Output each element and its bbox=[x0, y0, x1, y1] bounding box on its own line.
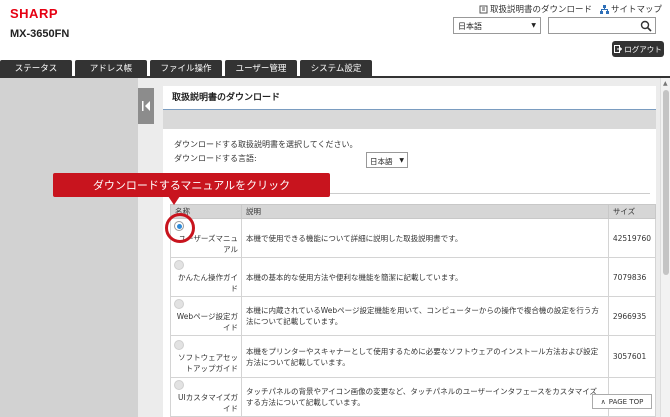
manual-radio-ui-guide[interactable] bbox=[174, 380, 184, 390]
brand-logo: SHARP bbox=[10, 6, 59, 21]
manual-description: 本機で使用できる機能について詳細に説明した取扱説明書です。 bbox=[241, 218, 609, 258]
language-select[interactable]: 日本語 ▼ bbox=[453, 17, 541, 34]
manual-size: 42519760 bbox=[607, 218, 657, 258]
main-nav: ステータス アドレス帳 ファイル操作 ユーザー管理 システム設定 bbox=[0, 60, 670, 78]
collapse-sidebar-button[interactable] bbox=[138, 88, 154, 124]
scrollbar-thumb[interactable] bbox=[663, 90, 669, 275]
left-sidebar bbox=[0, 78, 138, 417]
instruction-text: ダウンロードする取扱説明書を選択してください。 bbox=[174, 140, 358, 149]
title-bar bbox=[163, 110, 656, 129]
page-title: 取扱説明書のダウンロード bbox=[172, 93, 281, 103]
chevron-down-icon: ▼ bbox=[531, 22, 536, 29]
manual-size: 3057601 bbox=[607, 335, 657, 378]
manual-description: 本機の基本的な使用方法や便利な機能を簡潔に記載しています。 bbox=[241, 257, 609, 297]
book-icon bbox=[479, 5, 488, 13]
sitemap-label: サイトマップ bbox=[610, 5, 662, 15]
callout-annotation: ダウンロードするマニュアルをクリック bbox=[53, 173, 330, 197]
tab-user-management[interactable]: ユーザー管理 bbox=[225, 60, 297, 76]
manual-name: UIカスタマイズガイド bbox=[178, 393, 238, 413]
table-row[interactable]: ソフトウェアセットアップガイド 本機をプリンターやスキャナーとして使用するために… bbox=[170, 335, 657, 378]
manual-download-label: 取扱説明書のダウンロード bbox=[489, 5, 592, 15]
scroll-up-icon[interactable]: ▲ bbox=[663, 80, 668, 87]
search-icon[interactable] bbox=[640, 20, 652, 32]
tab-address-book[interactable]: アドレス帳 bbox=[75, 60, 147, 76]
table-row[interactable]: ユーザーズマニュアル 本機で使用できる機能について詳細に説明した取扱説明書です。… bbox=[170, 218, 657, 258]
model-name: MX-3650FN bbox=[10, 28, 70, 40]
tab-status[interactable]: ステータス bbox=[0, 60, 72, 76]
tab-system-settings[interactable]: システム設定 bbox=[300, 60, 372, 76]
manual-description: 本機をプリンターやスキャナーとして使用するために必要なソフトウェアのインストール… bbox=[241, 335, 609, 378]
highlight-ring bbox=[165, 213, 195, 243]
chevron-down-icon: ▼ bbox=[399, 157, 404, 164]
manual-name: かんたん操作ガイド bbox=[178, 273, 238, 293]
callout-pointer bbox=[168, 196, 180, 205]
table-row[interactable]: UIカスタマイズガイド タッチパネルの背景やアイコン画像の変更など、タッチパネル… bbox=[170, 377, 657, 417]
sidebar-gutter bbox=[138, 78, 154, 417]
logout-icon bbox=[614, 45, 623, 53]
manual-description: タッチパネルの背景やアイコン画像の変更など、タッチパネルのユーザーインタフェース… bbox=[241, 377, 609, 417]
column-header-size: サイズ bbox=[607, 204, 657, 219]
manual-name: Webページ設定ガイド bbox=[176, 312, 238, 332]
column-header-description: 説明 bbox=[241, 204, 609, 219]
collapse-icon bbox=[141, 101, 150, 111]
search-input[interactable] bbox=[548, 17, 656, 34]
scrollbar[interactable]: ▲ bbox=[660, 78, 670, 417]
manual-radio-quick-guide[interactable] bbox=[174, 260, 184, 270]
top-links: 取扱説明書のダウンロード サイトマップ bbox=[479, 3, 662, 15]
manual-radio-web-guide[interactable] bbox=[174, 299, 184, 309]
download-language-select[interactable]: 日本語 ▼ bbox=[366, 152, 408, 168]
manual-size: 7079836 bbox=[607, 257, 657, 297]
table-row[interactable]: かんたん操作ガイド 本機の基本的な使用方法や便利な機能を簡潔に記載しています。 … bbox=[170, 257, 657, 297]
tab-file-operations[interactable]: ファイル操作 bbox=[150, 60, 222, 76]
sitemap-icon bbox=[599, 4, 609, 14]
language-select-value: 日本語 bbox=[458, 22, 482, 31]
manual-table: 名称 説明 サイズ ユーザーズマニュアル 本機で使用できる機能について詳細に説明… bbox=[170, 204, 657, 417]
chevron-up-icon: ∧ bbox=[600, 397, 606, 406]
page-top-button[interactable]: ∧ PAGE TOP bbox=[592, 394, 652, 409]
manual-size: 2966935 bbox=[607, 296, 657, 336]
manual-download-link[interactable]: 取扱説明書のダウンロード bbox=[479, 3, 592, 15]
download-language-value: 日本語 bbox=[370, 157, 393, 166]
page-top-label: PAGE TOP bbox=[608, 397, 644, 406]
download-language-label: ダウンロードする言語: bbox=[174, 154, 257, 163]
table-row[interactable]: Webページ設定ガイド 本機に内蔵されているWebページ設定機能を用いて、コンピ… bbox=[170, 296, 657, 336]
logout-label: ログアウト bbox=[624, 44, 662, 54]
manual-name: ソフトウェアセットアップガイド bbox=[178, 352, 238, 373]
sitemap-link[interactable]: サイトマップ bbox=[599, 3, 662, 15]
logout-button[interactable]: ログアウト bbox=[612, 41, 664, 57]
manual-description: 本機に内蔵されているWebページ設定機能を用いて、コンピューターからの操作で複合… bbox=[241, 296, 609, 336]
manual-radio-software-guide[interactable] bbox=[174, 339, 184, 350]
